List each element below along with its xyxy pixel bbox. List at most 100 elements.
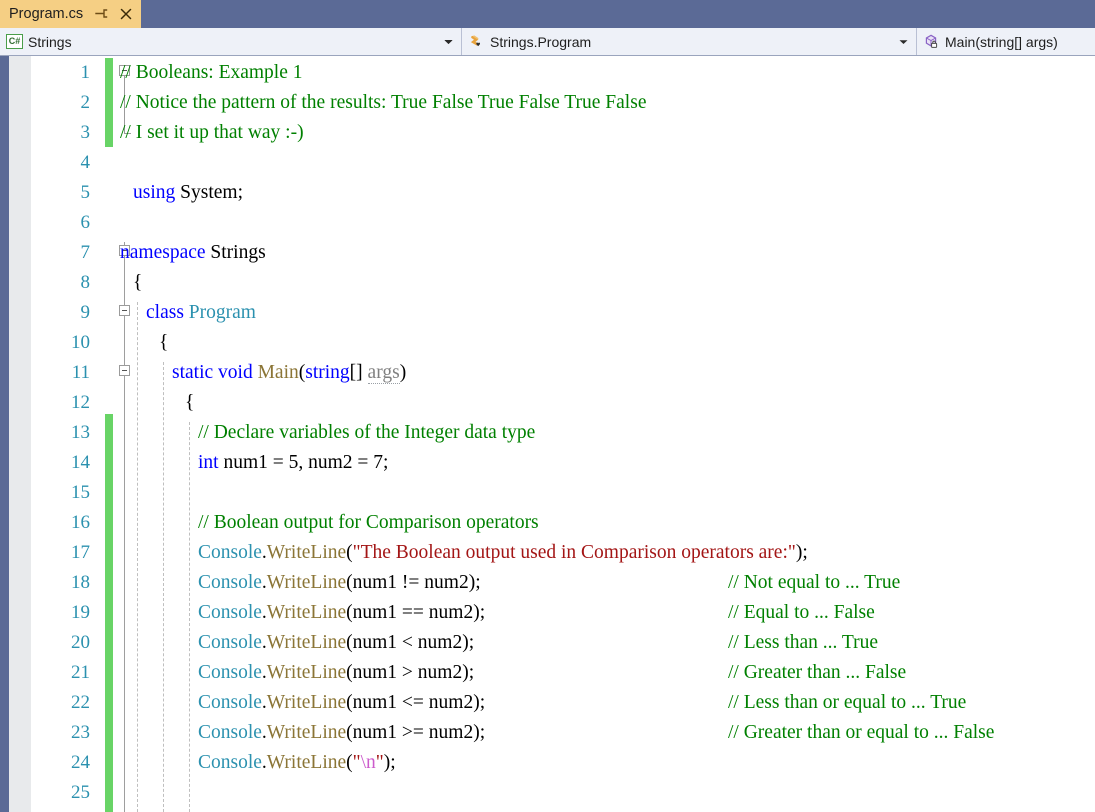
code-token: WriteLine <box>266 572 347 593</box>
line-number: 13 <box>71 422 90 443</box>
line-number: 23 <box>71 722 90 743</box>
line-number: 24 <box>71 752 90 773</box>
line-number: 8 <box>80 272 91 293</box>
document-tab-strip: Program.cs <box>0 0 1095 28</box>
code-token: using <box>133 182 176 203</box>
code-line-text: Console.WriteLine(num1 >= num2); <box>198 718 485 748</box>
code-token: string <box>305 362 350 383</box>
code-token: WriteLine <box>266 722 347 743</box>
code-line[interactable]: 3 // I set it up that way :-) <box>0 118 1095 148</box>
line-number: 14 <box>71 452 90 473</box>
code-line[interactable]: 14 int num1 = 5, num2 = 7; <box>0 448 1095 478</box>
code-line[interactable]: 9 class Program <box>0 298 1095 328</box>
code-line[interactable]: 8{ <box>0 268 1095 298</box>
code-token: ); <box>473 692 486 713</box>
trailing-comment: // Not equal to ... True <box>728 572 901 593</box>
trailing-comment: // Greater than or equal to ... False <box>728 722 995 743</box>
code-line[interactable]: 16 // Boolean output for Comparison opera… <box>0 508 1095 538</box>
pin-icon[interactable] <box>95 7 109 21</box>
document-tab-program-cs[interactable]: Program.cs <box>0 0 141 28</box>
method-private-icon <box>923 33 941 51</box>
code-token: // Booleans: Example 1 <box>120 62 303 83</box>
code-line-text: // Booleans: Example 1 <box>120 58 303 88</box>
trailing-comment: // Less than ... True <box>728 632 879 653</box>
code-line[interactable]: 11 static void Main(string[] args) <box>0 358 1095 388</box>
type-dropdown[interactable]: Strings.Program <box>462 28 917 55</box>
line-number: 19 <box>71 602 90 623</box>
document-tab-label: Program.cs <box>9 6 84 22</box>
code-token: // Declare variables of the Integer data… <box>198 422 536 443</box>
member-dropdown-value: Main(string[] args) <box>945 33 1058 50</box>
code-lines-container: 1 // Booleans: Example 1 2 // Notice the pa… <box>0 56 1095 812</box>
line-number: 11 <box>71 362 90 383</box>
code-line[interactable]: 12 { <box>0 388 1095 418</box>
code-line-text: using System; <box>133 178 243 208</box>
code-token: WriteLine <box>266 602 347 623</box>
code-line-text: Console.WriteLine(num1 == num2); <box>198 598 485 628</box>
code-line[interactable]: 13 // Declare variables of the Integer da… <box>0 418 1095 448</box>
line-number: 16 <box>71 512 90 533</box>
code-line[interactable]: 10 { <box>0 328 1095 358</box>
code-token: [] <box>349 362 368 383</box>
code-line[interactable]: 23 Console.WriteLine(num1 >= num2); // Gre… <box>0 718 1095 748</box>
chevron-down-icon[interactable] <box>896 28 910 55</box>
code-token: ); <box>473 722 486 743</box>
code-line[interactable]: 1 // Booleans: Example 1 <box>0 58 1095 88</box>
code-line[interactable]: 21 Console.WriteLine(num1 > num2); // Grea… <box>0 658 1095 688</box>
line-number: 3 <box>80 122 91 143</box>
code-token: ); <box>383 752 396 773</box>
code-editor-surface[interactable]: 1 // Booleans: Example 1 2 // Notice the pa… <box>0 56 1095 812</box>
code-line[interactable]: 19 Console.WriteLine(num1 == num2); // Equ… <box>0 598 1095 628</box>
code-line-text: int num1 = 5, num2 = 7; <box>198 448 388 478</box>
line-number: 12 <box>71 392 90 413</box>
code-line-text: Console.WriteLine(num1 < num2); <box>198 628 474 658</box>
code-line[interactable]: 7 namespace Strings <box>0 238 1095 268</box>
code-token: \n <box>360 752 376 773</box>
code-token: ); <box>462 632 475 653</box>
code-token: ); <box>462 662 475 683</box>
code-token: // I set it up that way :-) <box>120 122 304 143</box>
visual-studio-editor-window: Program.cs C# Strings Strings.Program Ma… <box>0 0 1095 812</box>
code-token: num1 > num2 <box>352 662 463 683</box>
line-number: 10 <box>71 332 90 353</box>
code-line[interactable]: 20 Console.WriteLine(num1 < num2); // Less… <box>0 628 1095 658</box>
project-dropdown[interactable]: C# Strings <box>0 28 462 55</box>
code-line[interactable]: 22 Console.WriteLine(num1 <= num2); // Les… <box>0 688 1095 718</box>
line-number: 18 <box>71 572 90 593</box>
code-line[interactable]: 6 <box>0 208 1095 238</box>
code-line-text: Console.WriteLine(num1 <= num2); <box>198 688 485 718</box>
code-token: Console <box>198 722 262 743</box>
chevron-down-icon[interactable] <box>441 28 455 55</box>
code-line-text: { <box>133 268 142 298</box>
code-token: ); <box>473 602 486 623</box>
code-line[interactable]: 26 // <box>0 808 1095 812</box>
code-token: System; <box>175 182 243 203</box>
line-number: 6 <box>80 212 91 233</box>
code-line[interactable]: 4 <box>0 148 1095 178</box>
csharp-icon-label: C# <box>6 33 23 49</box>
line-number: 26 <box>0 808 90 812</box>
line-number: 20 <box>71 632 90 653</box>
code-line[interactable]: 17 Console.WriteLine("The Boolean output … <box>0 538 1095 568</box>
line-number: 5 <box>80 182 91 203</box>
code-line[interactable]: 15 <box>0 478 1095 508</box>
close-icon[interactable] <box>119 7 133 21</box>
code-token: { <box>133 272 143 293</box>
code-token: int <box>198 452 219 473</box>
type-dropdown-value: Strings.Program <box>490 33 592 50</box>
code-token: { <box>159 332 169 353</box>
code-token: Console <box>198 542 262 563</box>
line-number: 7 <box>80 242 91 263</box>
member-dropdown[interactable]: Main(string[] args) <box>917 28 1095 55</box>
code-line[interactable]: 2 // Notice the pattern of the results: T… <box>0 88 1095 118</box>
code-token: num1 <= num2 <box>352 692 474 713</box>
code-token: class <box>146 302 184 323</box>
code-line[interactable]: 24 Console.WriteLine("\n"); <box>0 748 1095 778</box>
code-line[interactable]: 5 using System; <box>0 178 1095 208</box>
line-number: 17 <box>71 542 90 563</box>
code-line[interactable]: 25 <box>0 778 1095 808</box>
code-line[interactable]: 18 Console.WriteLine(num1 != num2); // Not… <box>0 568 1095 598</box>
class-icon <box>468 33 486 51</box>
line-number: 1 <box>80 62 91 83</box>
code-line-text: { <box>159 328 168 358</box>
